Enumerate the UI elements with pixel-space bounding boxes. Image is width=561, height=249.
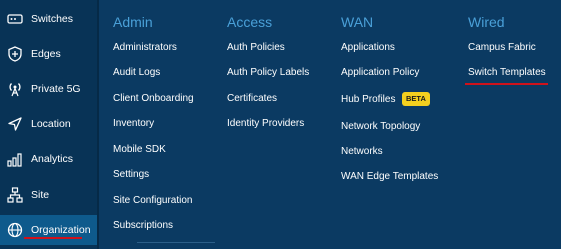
sidebar-item-analytics[interactable]: Analytics (0, 144, 97, 174)
menu-link-applications[interactable]: Applications (341, 42, 395, 53)
switch-icon (5, 9, 25, 29)
edges-icon (5, 44, 25, 64)
menu-link-site-configuration[interactable]: Site Configuration (113, 195, 193, 206)
menu-link-application-policy[interactable]: Application Policy (341, 67, 419, 78)
bar-chart-icon (5, 149, 25, 169)
menu-link-campus-fabric[interactable]: Campus Fabric (468, 42, 536, 53)
site-icon (5, 185, 25, 205)
highlight-underline (465, 83, 548, 85)
sidebar-item-switches[interactable]: Switches (0, 4, 97, 34)
antenna-icon (5, 79, 25, 99)
menu-link-networks[interactable]: Networks (341, 146, 383, 157)
partial-hidden-item (137, 242, 215, 249)
sidebar-item-label: Edges (31, 48, 61, 60)
sidebar-item-label: Site (31, 189, 50, 201)
organization-menu-panel: Admin Administrators Audit Logs Client O… (99, 0, 561, 249)
menu-link-audit-logs[interactable]: Audit Logs (113, 67, 160, 78)
menu-link-network-topology[interactable]: Network Topology (341, 121, 420, 132)
menu-link-client-onboarding[interactable]: Client Onboarding (113, 93, 194, 104)
menu-link-identity-providers[interactable]: Identity Providers (227, 118, 304, 129)
wired-heading: Wired (468, 14, 505, 30)
menu-link-mobile-sdk[interactable]: Mobile SDK (113, 144, 166, 155)
menu-link-subscriptions[interactable]: Subscriptions (113, 220, 173, 231)
menu-link-auth-policy-labels[interactable]: Auth Policy Labels (227, 67, 309, 78)
active-item-underline (24, 237, 82, 239)
menu-link-auth-policies[interactable]: Auth Policies (227, 42, 285, 53)
location-arrow-icon (5, 114, 25, 134)
menu-link-wan-edge-templates[interactable]: WAN Edge Templates (341, 171, 438, 182)
beta-badge: BETA (402, 92, 430, 106)
sidebar-item-edges[interactable]: Edges (0, 39, 97, 69)
sidebar-item-label: Location (31, 118, 71, 130)
menu-link-administrators[interactable]: Administrators (113, 42, 177, 53)
sidebar-item-label: Switches (31, 13, 74, 25)
menu-link-certificates[interactable]: Certificates (227, 93, 277, 104)
sidebar-item-organization[interactable]: Organization (0, 215, 97, 245)
menu-link-hub-profiles[interactable]: Hub Profiles (341, 94, 395, 105)
wan-heading: WAN (341, 14, 374, 30)
admin-heading: Admin (113, 14, 153, 30)
sidebar-item-label: Organization (31, 224, 91, 236)
globe-icon (5, 220, 25, 240)
access-heading: Access (227, 14, 273, 30)
sidebar-item-site[interactable]: Site (0, 180, 97, 210)
menu-link-settings[interactable]: Settings (113, 169, 149, 180)
sidebar-item-label: Analytics (31, 153, 74, 165)
menu-link-switch-templates[interactable]: Switch Templates (468, 67, 546, 78)
sidebar-item-private-5g[interactable]: Private 5G (0, 74, 97, 104)
sidebar-item-location[interactable]: Location (0, 109, 97, 139)
menu-link-inventory[interactable]: Inventory (113, 118, 154, 129)
sidebar-item-label: Private 5G (31, 83, 81, 95)
sidebar: Switches Edges Private 5G Location Analy… (0, 0, 97, 249)
